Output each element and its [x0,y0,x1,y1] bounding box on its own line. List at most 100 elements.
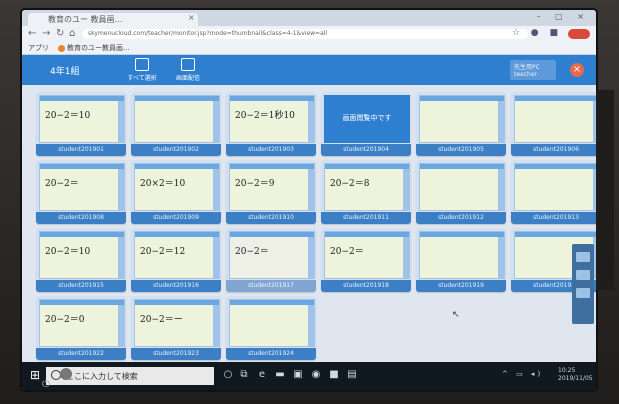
screen-share-icon [181,58,195,71]
bookmark-apps[interactable]: アプリ [28,43,49,53]
student-name-label: student201908 [36,212,126,224]
system-tray-icons[interactable]: ^ ▭ ◂) [502,370,543,378]
preview-sidebar [213,169,219,210]
chrome-icon[interactable]: ◉ [310,369,322,381]
app-icon[interactable]: ■ [328,369,340,381]
file-explorer-icon[interactable]: ▬ [274,369,286,381]
preview-sidebar [498,169,504,210]
student-screen-preview: 20−2＝10 [39,231,125,279]
screen: 教育のユー 教員画… × – ▢ × ← → ↻ ⌂ skymenucloud.… [22,10,596,390]
student-thumbnail[interactable]: 20−2＝10 student201901 [36,92,126,156]
student-thumbnail[interactable]: 20−2＝ー student201923 [131,296,221,360]
student-screen-preview [419,163,505,211]
student-name-label: student201903 [226,144,316,156]
close-icon[interactable]: × [570,63,584,77]
handwritten-answer: 20−2＝ー [140,315,183,325]
user-info: 先生用PC teacher [510,60,556,80]
tab-close-icon[interactable]: × [188,13,195,22]
bookmark-education[interactable]: 教育のユー教員画... [58,43,130,53]
student-thumbnail[interactable]: student201905 [416,92,506,156]
student-name-label: student201922 [36,348,126,360]
bookmark-favicon-icon [58,44,65,52]
preview-sidebar [308,237,314,278]
windows-start-icon[interactable]: ⊞ [28,368,42,382]
forward-icon[interactable]: → [42,28,50,39]
handwritten-answer: 20−2＝0 [45,315,85,325]
student-screen-preview: 20−2＝1秒10 [229,95,315,143]
edge-icon[interactable]: e [256,369,268,381]
student-thumbnail[interactable]: student201913 [511,160,596,224]
student-screen-preview: 20−2＝12 [134,231,220,279]
student-name-label: student201915 [36,280,126,292]
student-thumbnail[interactable]: 20−2＝ student201908 [36,160,126,224]
cortana-icon[interactable]: ○ [222,369,234,381]
extension-icons[interactable]: ☆ ● ■ [512,28,562,38]
store-icon[interactable]: ▣ [292,369,304,381]
student-name-label: student201923 [131,348,221,360]
student-screen-preview [419,95,505,143]
app-header: 4年1組 すべて選択 画面配信 先生用PC teacher × [22,55,596,85]
student-screen-preview: 20−2＝ [229,231,315,279]
url-field[interactable]: skymenucloud.com/teacher/monitor.jsp?mod… [82,29,528,39]
handwritten-answer: 20×2＝10 [140,179,186,189]
student-screen-preview: 20×2＝10 [134,163,220,211]
preview-sidebar [403,169,409,210]
preview-topbar [325,164,409,169]
student-thumbnail[interactable]: student201912 [416,160,506,224]
preview-topbar [135,164,219,169]
toolbar-pen-icon[interactable] [576,288,590,298]
toolbar-screen-icon[interactable] [576,252,590,262]
home-icon[interactable]: ⌂ [69,28,75,39]
student-name-label: student201901 [36,144,126,156]
select-all-button[interactable]: すべて選択 [122,58,162,82]
student-name-label: student201906 [511,144,596,156]
student-thumbnail[interactable]: 20−2＝8 student201911 [321,160,411,224]
taskbar-clock[interactable]: 10:25 2019/11/05 [558,367,593,383]
screen-share-button[interactable]: 画面配信 [168,58,208,82]
preview-topbar [135,232,219,237]
student-name-label: student201911 [321,212,411,224]
browser-tab[interactable]: 教育のユー 教員画… × [28,13,198,26]
bookmarks-bar: アプリ 教育のユー教員画... [22,42,596,55]
handwritten-answer: 20−2＝ [330,247,364,257]
window-controls-icon[interactable]: – ▢ × [537,12,590,21]
power-icon[interactable]: ⏻ [42,379,50,390]
handwritten-answer: 20−2＝10 [45,247,91,257]
teacher-app-icon[interactable]: ▤ [346,369,358,381]
camera-icon [60,368,72,380]
student-thumbnail[interactable]: 20−2＝ student201918 [321,228,411,292]
student-name-label: student201912 [416,212,506,224]
student-thumbnail[interactable]: student201906 [511,92,596,156]
student-thumbnail[interactable]: student201902 [131,92,221,156]
back-icon[interactable]: ← [28,28,36,39]
floating-toolbar[interactable] [572,244,594,324]
student-screen-preview: 20−2＝0 [39,299,125,347]
student-thumbnail[interactable]: 20−2＝ student201917 [226,228,316,292]
student-thumbnail[interactable]: student201919 [416,228,506,292]
student-thumbnail[interactable]: 20−2＝9 student201910 [226,160,316,224]
profile-avatar[interactable] [568,29,590,39]
address-bar: ← → ↻ ⌂ skymenucloud.com/teacher/monitor… [22,26,596,42]
student-thumbnail[interactable]: student201924 [226,296,316,360]
handwritten-answer: 20−2＝10 [45,111,91,121]
student-screen-preview: 20−2＝8 [324,163,410,211]
task-view-icon[interactable]: ⧉ [238,369,250,381]
preview-topbar [230,96,314,101]
preview-topbar [325,232,409,237]
student-thumbnail[interactable]: 画面閲覧中です student201904 [321,92,411,156]
student-name-label: student201913 [511,212,596,224]
preview-sidebar [403,237,409,278]
student-thumbnail[interactable]: 20−2＝0 student201922 [36,296,126,360]
preview-topbar [420,164,504,169]
student-screen-preview: 20−2＝10 [39,95,125,143]
student-thumbnail[interactable]: 20−2＝10 student201915 [36,228,126,292]
student-screen-preview: 20−2＝ [39,163,125,211]
handwritten-answer: 20−2＝1秒10 [235,111,295,121]
class-name: 4年1組 [50,67,80,77]
display-side-panel [596,90,614,290]
student-thumbnail[interactable]: 20−2＝1秒10 student201903 [226,92,316,156]
reload-icon[interactable]: ↻ [56,28,64,39]
toolbar-monitor-icon[interactable] [576,270,590,280]
student-thumbnail[interactable]: 20−2＝12 student201916 [131,228,221,292]
student-thumbnail[interactable]: 20×2＝10 student201909 [131,160,221,224]
